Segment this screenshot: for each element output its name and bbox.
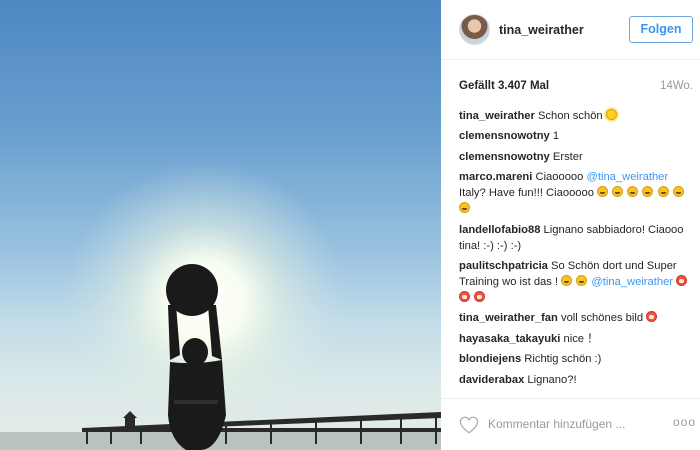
comment-text: Ciaooooo [535,171,584,184]
smiley-emoji-icon [642,186,654,198]
comment-user[interactable]: landellofabio88 [459,224,540,236]
comment-text: Erster [552,150,583,163]
smiley-emoji-icon [612,186,624,198]
comment-list: tina_weirather Schon schön clemensnowotn… [459,108,696,392]
comment-text-cont: Italy? Have fun!!! Ciaooooo [459,187,594,200]
comment-user[interactable]: clemensnowotny [459,151,550,163]
heart-eyes-emoji-icon [474,290,486,302]
comment-user[interactable]: clemensnowotny [459,130,550,142]
comment-user[interactable]: blondiejens [459,353,521,365]
smiley-emoji-icon [576,274,588,286]
comment-text: Lignano?! [527,373,577,386]
smiley-emoji-icon [459,202,470,214]
heart-eyes-emoji-icon [676,274,688,286]
smiley-emoji-icon [597,186,609,198]
comment: daviderabax Lignano?! [459,372,696,388]
likes-count[interactable]: Gefällt 3.407 Mal [459,80,549,92]
mention-link[interactable]: @tina_weirather [587,171,669,183]
comment-text: 1 [552,130,560,143]
comment: clemensnowotny 1 [459,128,696,144]
username-link[interactable]: tina_weirather [499,23,584,37]
photo-scene [0,0,441,450]
smiley-emoji-icon [672,186,684,198]
comment-user[interactable]: daviderabax [459,374,524,386]
smiley-emoji-icon [561,274,573,286]
comment-user[interactable]: hayasaka_takayuki [459,333,560,345]
comment: paulitschpatricia So Schön dort und Supe… [459,258,696,306]
comment: tina_weirather_fan voll schönes bild [459,310,696,326]
comment-text: nice ！ [563,332,599,345]
post-sidebar: tina_weirather Folgen Gefällt 3.407 Mal … [441,0,700,450]
comment-user[interactable]: tina_weirather_fan [459,312,558,324]
comment-text: Richtig schön :) [524,353,602,366]
heart-eyes-emoji-icon [646,311,658,323]
mention-link[interactable]: @tina_weirather [591,276,673,288]
more-options-icon[interactable]: ooo [673,415,696,429]
comment-user[interactable]: paulitschpatricia [459,260,548,272]
sun-emoji-icon [605,109,617,120]
smiley-emoji-icon [627,186,639,198]
follow-button[interactable]: Folgen [629,16,693,43]
heart-outline-icon[interactable] [459,416,479,434]
comment-text: voll schönes bild [560,312,644,325]
comment: hayasaka_takayuki nice ！ [459,331,696,347]
heart-eyes-emoji-icon [459,290,470,302]
avatar[interactable] [459,14,490,45]
comment-user[interactable]: tina_weirather [459,110,535,122]
post-photo[interactable] [0,0,441,450]
comment: blondiejens Richtig schön :) [459,351,696,367]
comment: marco.mareni Ciaooooo @tina_weirather It… [459,169,696,217]
add-comment-input[interactable]: Kommentar hinzufügen ... [488,417,625,431]
comment-bar: Kommentar hinzufügen ... ooo [441,398,700,450]
smiley-emoji-icon [657,186,669,198]
comment: tina_weirather Schon schön [459,108,696,124]
post-header: tina_weirather Folgen [441,0,700,60]
comment: landellofabio88 Lignano sabbiadoro! Ciao… [459,222,696,254]
post-age[interactable]: 14Wo. [660,80,693,92]
comment-user[interactable]: marco.mareni [459,171,532,183]
comment: clemensnowotny Erster [459,149,696,165]
comment-text: Schon schön [537,110,603,122]
